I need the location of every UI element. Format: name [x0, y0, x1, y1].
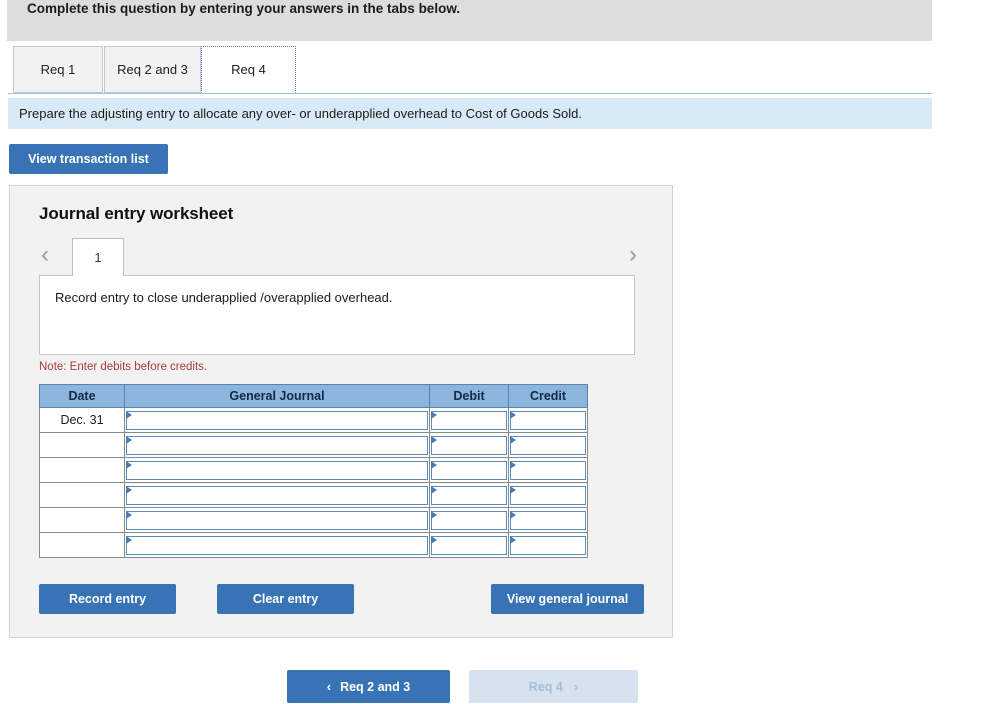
tab-req-1[interactable]: Req 1: [13, 46, 103, 93]
account-input[interactable]: [126, 535, 428, 555]
record-entry-button[interactable]: Record entry: [39, 584, 176, 614]
question-banner-text: Complete this question by entering your …: [27, 1, 461, 16]
entry-description-box: Record entry to close underapplied /over…: [39, 275, 635, 355]
nav-prev-req-2-and-3-button[interactable]: ‹ Req 2 and 3: [287, 670, 450, 703]
account-input[interactable]: [126, 435, 428, 455]
account-input[interactable]: [126, 410, 428, 430]
cell-credit[interactable]: [508, 407, 588, 433]
dropdown-arrow-icon: [126, 410, 132, 419]
dropdown-arrow-icon: [431, 510, 437, 519]
debits-before-credits-note: Note: Enter debits before credits.: [39, 361, 208, 373]
tabstrip-baseline: [8, 93, 932, 94]
debit-input[interactable]: [431, 460, 507, 480]
account-input[interactable]: [126, 510, 428, 530]
cell-date: [39, 507, 125, 533]
dropdown-arrow-icon: [431, 410, 437, 419]
worksheet-title: Journal entry worksheet: [39, 204, 234, 223]
cell-date: Dec. 31: [39, 407, 125, 433]
cell-general-journal[interactable]: [124, 407, 430, 433]
credit-input[interactable]: [510, 435, 586, 455]
instruction-text: Prepare the adjusting entry to allocate …: [19, 106, 582, 121]
dropdown-arrow-icon: [510, 485, 516, 494]
cell-date: [39, 532, 125, 558]
cell-date: [39, 457, 125, 483]
cell-general-journal[interactable]: [124, 482, 430, 508]
dropdown-arrow-icon: [510, 410, 516, 419]
table-row: [39, 482, 588, 508]
table-row: [39, 507, 588, 533]
cell-general-journal[interactable]: [124, 507, 430, 533]
cell-debit[interactable]: [429, 457, 509, 483]
dropdown-arrow-icon: [510, 435, 516, 444]
account-input[interactable]: [126, 485, 428, 505]
table-row: [39, 532, 588, 558]
chevron-right-icon[interactable]: ›: [629, 243, 637, 267]
cell-general-journal[interactable]: [124, 457, 430, 483]
account-input[interactable]: [126, 460, 428, 480]
cell-date: [39, 432, 125, 458]
dropdown-arrow-icon: [510, 535, 516, 544]
table-row: [39, 432, 588, 458]
cell-debit[interactable]: [429, 532, 509, 558]
dropdown-arrow-icon: [431, 460, 437, 469]
nav-next-label: Req 4: [528, 679, 563, 694]
view-general-journal-button[interactable]: View general journal: [491, 584, 644, 614]
cell-credit[interactable]: [508, 482, 588, 508]
dropdown-arrow-icon: [126, 435, 132, 444]
instruction-bar: Prepare the adjusting entry to allocate …: [8, 98, 932, 129]
dropdown-arrow-icon: [126, 510, 132, 519]
cell-credit[interactable]: [508, 532, 588, 558]
question-banner: Complete this question by entering your …: [7, 0, 932, 41]
entry-description-text: Record entry to close underapplied /over…: [55, 290, 393, 305]
clear-entry-button[interactable]: Clear entry: [217, 584, 354, 614]
credit-input[interactable]: [510, 485, 586, 505]
cell-debit[interactable]: [429, 482, 509, 508]
cell-credit[interactable]: [508, 457, 588, 483]
nav-prev-label: Req 2 and 3: [340, 679, 411, 694]
column-header-credit: Credit: [508, 384, 588, 408]
debit-input[interactable]: [431, 435, 507, 455]
cell-general-journal[interactable]: [124, 432, 430, 458]
cell-date: [39, 482, 125, 508]
dropdown-arrow-icon: [126, 485, 132, 494]
requirement-tabs: Req 1 Req 2 and 3 Req 4: [0, 46, 989, 94]
debit-input[interactable]: [431, 535, 507, 555]
chevron-right-icon: ›: [573, 679, 579, 694]
chevron-left-icon: ‹: [326, 679, 332, 694]
cell-debit[interactable]: [429, 432, 509, 458]
debit-input[interactable]: [431, 485, 507, 505]
cell-credit[interactable]: [508, 507, 588, 533]
debit-input[interactable]: [431, 510, 507, 530]
credit-input[interactable]: [510, 410, 586, 430]
cell-debit[interactable]: [429, 407, 509, 433]
tab-req-2-and-3[interactable]: Req 2 and 3: [104, 46, 201, 93]
column-header-date: Date: [39, 384, 125, 408]
table-header-row: Date General Journal Debit Credit: [39, 384, 588, 408]
credit-input[interactable]: [510, 510, 586, 530]
table-row: [39, 457, 588, 483]
dropdown-arrow-icon: [510, 510, 516, 519]
nav-next-req-4-button: Req 4 ›: [469, 670, 638, 703]
dropdown-arrow-icon: [510, 460, 516, 469]
chevron-left-icon[interactable]: ‹: [41, 243, 49, 267]
credit-input[interactable]: [510, 535, 586, 555]
tab-req-4[interactable]: Req 4: [201, 46, 296, 93]
table-row: Dec. 31: [39, 407, 588, 433]
worksheet-page-tab-1[interactable]: 1: [72, 238, 124, 276]
cell-general-journal[interactable]: [124, 532, 430, 558]
cell-credit[interactable]: [508, 432, 588, 458]
dropdown-arrow-icon: [431, 485, 437, 494]
journal-entry-worksheet-panel: Journal entry worksheet ‹ 1 › Record ent…: [9, 185, 673, 638]
credit-input[interactable]: [510, 460, 586, 480]
debit-input[interactable]: [431, 410, 507, 430]
dropdown-arrow-icon: [431, 435, 437, 444]
dropdown-arrow-icon: [126, 460, 132, 469]
dropdown-arrow-icon: [126, 535, 132, 544]
dropdown-arrow-icon: [431, 535, 437, 544]
column-header-debit: Debit: [429, 384, 509, 408]
cell-debit[interactable]: [429, 507, 509, 533]
view-transaction-list-button[interactable]: View transaction list: [9, 144, 168, 174]
column-header-general-journal: General Journal: [124, 384, 430, 408]
journal-entry-table: Date General Journal Debit Credit Dec. 3…: [39, 384, 588, 558]
